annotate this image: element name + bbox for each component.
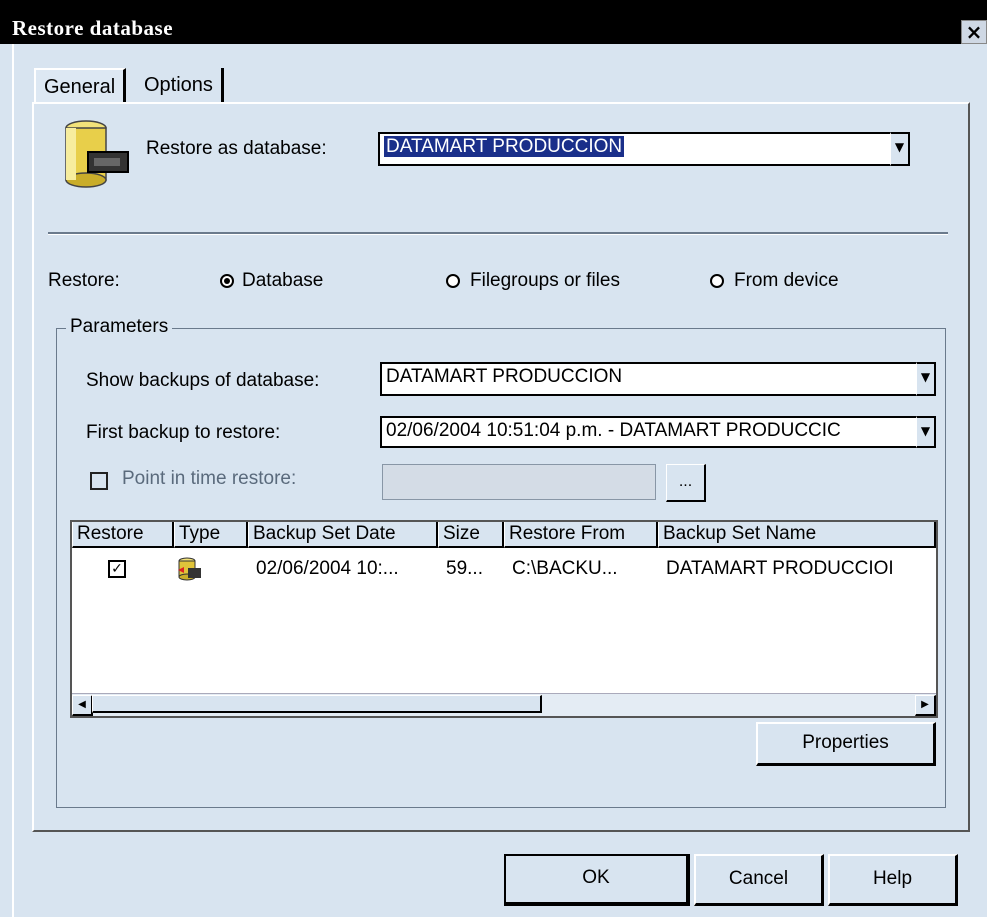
first-backup-value: 02/06/2004 10:51:04 p.m. - DATAMART PROD… [386, 420, 841, 441]
title-bar: Restore database × [0, 0, 987, 44]
show-backups-label: Show backups of database: [86, 370, 320, 391]
first-backup-label: First backup to restore: [86, 422, 281, 443]
restore-as-label: Restore as database: [146, 138, 327, 159]
grid-header: Restore Type Backup Set Date Size Restor… [72, 522, 936, 548]
tab-general-label: General [44, 76, 116, 98]
restore-as-dropdown-button[interactable]: ▼ [890, 132, 910, 166]
radio-database[interactable] [220, 274, 234, 288]
properties-button-label: Properties [802, 732, 889, 753]
chevron-left-icon: ◀ [78, 699, 86, 710]
close-icon: × [965, 20, 983, 44]
cancel-button[interactable]: Cancel [694, 854, 824, 906]
scroll-right-button[interactable]: ▶ [915, 695, 936, 716]
cancel-button-label: Cancel [728, 868, 789, 889]
radio-filegroups[interactable] [446, 274, 460, 288]
database-backup-icon [178, 557, 201, 581]
tab-options-label: Options [144, 74, 213, 96]
restore-as-combo[interactable]: DATAMART PRODUCCION [378, 132, 890, 166]
restore-label: Restore: [48, 270, 120, 291]
restore-dialog: General Options Restore as database: DAT… [12, 44, 987, 917]
ok-button[interactable]: OK [504, 854, 690, 906]
row-backup-set-date: 02/06/2004 10:... [256, 558, 399, 579]
help-button-label: Help [872, 868, 913, 889]
column-header-restore[interactable]: Restore [72, 522, 174, 548]
row-size: 59... [446, 558, 483, 579]
point-in-time-checkbox[interactable] [90, 472, 108, 490]
radio-from-device-label[interactable]: From device [734, 270, 839, 292]
first-backup-combo[interactable]: 02/06/2004 10:51:04 p.m. - DATAMART PROD… [380, 416, 916, 448]
chevron-down-icon: ▼ [920, 370, 931, 384]
tab-general[interactable]: General [34, 68, 127, 102]
chevron-down-icon: ▼ [920, 424, 931, 438]
scroll-left-button[interactable]: ◀ [72, 695, 93, 716]
point-in-time-label[interactable]: Point in time restore: [122, 468, 296, 490]
radio-filegroups-label[interactable]: Filegroups or files [470, 270, 620, 292]
point-in-time-field [382, 464, 656, 500]
radio-database-label[interactable]: Database [242, 270, 323, 292]
window-title: Restore database [12, 16, 174, 40]
help-button[interactable]: Help [828, 854, 958, 906]
column-header-size[interactable]: Size [438, 522, 504, 548]
show-backups-value: DATAMART PRODUCCION [386, 366, 623, 387]
horizontal-scrollbar[interactable]: ◀ ▶ [72, 693, 936, 716]
row-restore-from: C:\BACKU... [512, 558, 618, 579]
column-header-restore-from[interactable]: Restore From [504, 522, 658, 548]
row-backup-set-name: DATAMART PRODUCCIOI [666, 558, 894, 579]
show-backups-dropdown-button[interactable]: ▼ [916, 362, 936, 396]
tab-options[interactable]: Options [136, 68, 224, 102]
show-backups-combo[interactable]: DATAMART PRODUCCION [380, 362, 916, 396]
database-icon [65, 120, 129, 188]
column-header-backup-set-date[interactable]: Backup Set Date [248, 522, 438, 548]
properties-button[interactable]: Properties [756, 722, 936, 766]
radio-from-device[interactable] [710, 274, 724, 288]
ok-button-label: OK [582, 867, 610, 888]
column-header-type[interactable]: Type [174, 522, 248, 548]
row-restore-checkbox[interactable]: ✓ [108, 560, 126, 578]
restore-as-value: DATAMART PRODUCCION [384, 136, 625, 157]
backup-sets-grid[interactable]: Restore Type Backup Set Date Size Restor… [70, 520, 938, 718]
scroll-thumb[interactable] [92, 695, 542, 713]
parameters-title: Parameters [66, 316, 173, 338]
separator [48, 232, 948, 235]
first-backup-dropdown-button[interactable]: ▼ [916, 416, 936, 448]
chevron-right-icon: ▶ [921, 699, 929, 710]
point-in-time-browse-button[interactable]: ... [666, 464, 706, 502]
close-button[interactable]: × [961, 20, 987, 44]
ellipsis-icon: ... [678, 473, 693, 490]
column-header-backup-set-name[interactable]: Backup Set Name [658, 522, 936, 548]
chevron-down-icon: ▼ [894, 140, 905, 154]
